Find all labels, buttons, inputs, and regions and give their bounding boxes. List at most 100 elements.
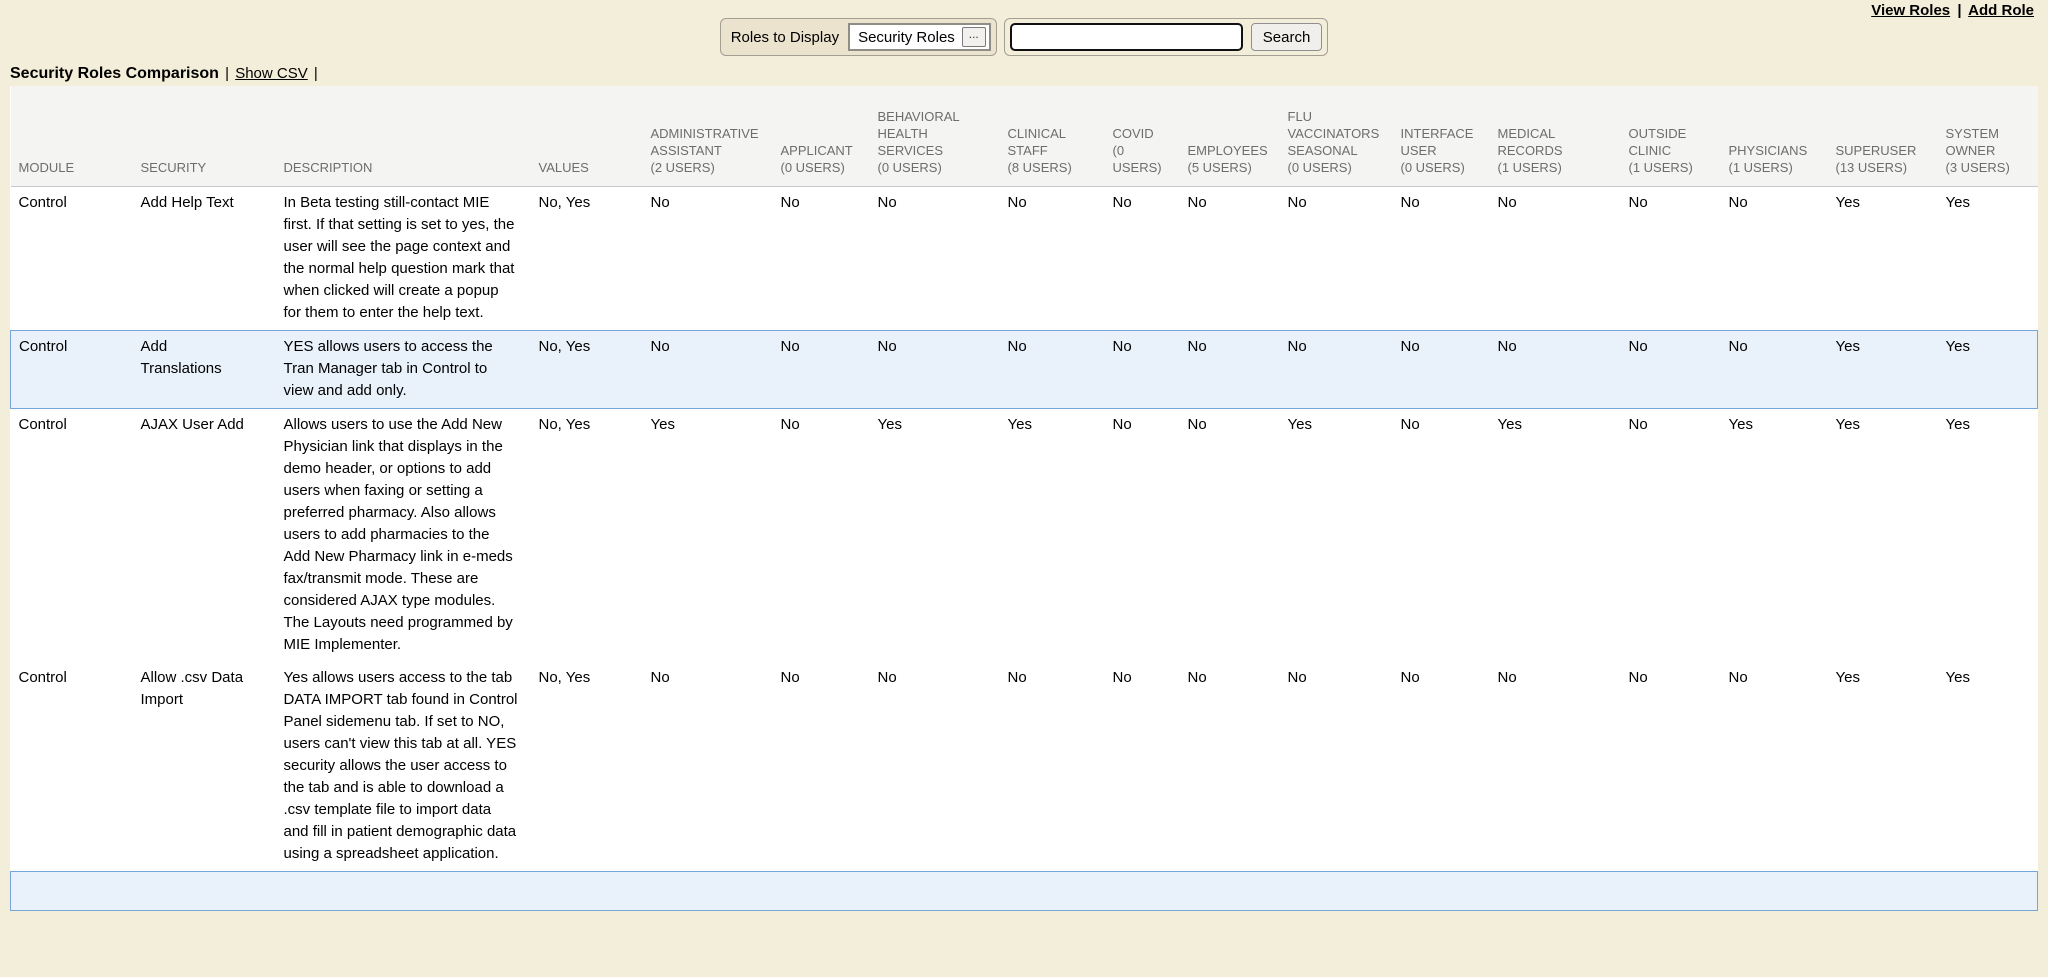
view-roles-link[interactable]: View Roles — [1871, 2, 1950, 19]
cell-administrative_assistant: No — [643, 330, 773, 408]
cell-medical_records: No — [1490, 186, 1621, 330]
cell-interface_user: No — [1393, 662, 1490, 871]
cell-description: YES allows users to access the Tran Mana… — [276, 330, 531, 408]
add-role-link[interactable]: Add Role — [1968, 2, 2034, 19]
cell-employees: No — [1180, 408, 1280, 662]
cell-clinical_staff: No — [1000, 662, 1105, 871]
column-header-employees: EMPLOYEES (5 USERS) — [1180, 86, 1280, 186]
cell-security: Add Help Text — [133, 186, 276, 330]
column-header-superuser: SUPERUSER (13 USERS) — [1828, 86, 1938, 186]
cell-security: Allow .csv Data Import — [133, 662, 276, 871]
column-header-module: MODULE — [11, 86, 133, 186]
comparison-table: MODULESECURITYDESCRIPTIONVALUESADMINISTR… — [10, 86, 2038, 871]
roles-select[interactable]: Security Roles ... — [848, 23, 991, 51]
cell-medical_records: No — [1490, 330, 1621, 408]
cell-description: Yes allows users access to the tab DATA … — [276, 662, 531, 871]
cell-description: Allows users to use the Add New Physicia… — [276, 408, 531, 662]
header-links: View Roles | Add Role — [1871, 2, 2034, 19]
cell-behavioral_health_services: Yes — [870, 408, 1000, 662]
cell-clinical_staff: Yes — [1000, 408, 1105, 662]
heading-separator: | — [223, 65, 231, 82]
search-button[interactable]: Search — [1251, 23, 1323, 51]
cell-medical_records: Yes — [1490, 408, 1621, 662]
column-header-behavioral_health_services: BEHAVIORAL HEALTH SERVICES (0 USERS) — [870, 86, 1000, 186]
cell-covid: No — [1105, 408, 1180, 662]
cell-flu_vaccinators_seasonal: No — [1280, 186, 1393, 330]
cell-behavioral_health_services: No — [870, 662, 1000, 871]
cell-description: In Beta testing still-contact MIE first.… — [276, 186, 531, 330]
cell-superuser: Yes — [1828, 662, 1938, 871]
column-header-medical_records: MEDICAL RECORDS (1 USERS) — [1490, 86, 1621, 186]
table-row: ControlAllow .csv Data ImportYes allows … — [11, 662, 2038, 871]
cell-system_owner: Yes — [1938, 330, 2038, 408]
heading-separator-trailing: | — [312, 65, 320, 82]
cell-applicant: No — [773, 408, 870, 662]
cell-values: No, Yes — [531, 662, 643, 871]
cell-security: Add Translations — [133, 330, 276, 408]
cell-outside_clinic: No — [1621, 330, 1721, 408]
page-title: Security Roles Comparison — [10, 65, 219, 82]
cell-applicant: No — [773, 662, 870, 871]
column-header-description: DESCRIPTION — [276, 86, 531, 186]
search-group: Search — [1004, 18, 1329, 56]
cell-interface_user: No — [1393, 408, 1490, 662]
cell-system_owner: Yes — [1938, 408, 2038, 662]
ellipsis-button[interactable]: ... — [962, 27, 986, 47]
cell-employees: No — [1180, 662, 1280, 871]
roles-to-display-group: Roles to Display Security Roles ... — [720, 18, 997, 56]
cell-administrative_assistant: Yes — [643, 408, 773, 662]
cell-clinical_staff: No — [1000, 330, 1105, 408]
cell-physicians: No — [1721, 662, 1828, 871]
table-row: ControlAJAX User AddAllows users to use … — [11, 408, 2038, 662]
cell-behavioral_health_services: No — [870, 330, 1000, 408]
show-csv-link[interactable]: Show CSV — [235, 65, 308, 82]
table-row: ControlAdd TranslationsYES allows users … — [11, 330, 2038, 408]
column-header-flu_vaccinators_seasonal: FLU VACCINATORS SEASONAL (0 USERS) — [1280, 86, 1393, 186]
cell-applicant: No — [773, 186, 870, 330]
cell-superuser: Yes — [1828, 186, 1938, 330]
cell-covid: No — [1105, 186, 1180, 330]
roles-to-display-label: Roles to Display — [726, 29, 848, 46]
cell-module: Control — [11, 408, 133, 662]
cell-outside_clinic: No — [1621, 186, 1721, 330]
cell-values: No, Yes — [531, 186, 643, 330]
cell-flu_vaccinators_seasonal: Yes — [1280, 408, 1393, 662]
column-header-system_owner: SYSTEM OWNER (3 USERS) — [1938, 86, 2038, 186]
cell-behavioral_health_services: No — [870, 186, 1000, 330]
cell-outside_clinic: No — [1621, 662, 1721, 871]
cell-physicians: Yes — [1721, 408, 1828, 662]
column-header-administrative_assistant: ADMINISTRATIVE ASSISTANT (2 USERS) — [643, 86, 773, 186]
cell-superuser: Yes — [1828, 408, 1938, 662]
cell-flu_vaccinators_seasonal: No — [1280, 662, 1393, 871]
search-input[interactable] — [1010, 23, 1243, 51]
column-header-values: VALUES — [531, 86, 643, 186]
cell-module: Control — [11, 662, 133, 871]
cell-values: No, Yes — [531, 408, 643, 662]
cell-medical_records: No — [1490, 662, 1621, 871]
column-header-physicians: PHYSICIANS (1 USERS) — [1721, 86, 1828, 186]
column-header-interface_user: INTERFACE USER (0 USERS) — [1393, 86, 1490, 186]
cell-employees: No — [1180, 330, 1280, 408]
cell-module: Control — [11, 330, 133, 408]
cell-superuser: Yes — [1828, 330, 1938, 408]
cell-employees: No — [1180, 186, 1280, 330]
cell-values: No, Yes — [531, 330, 643, 408]
cell-system_owner: Yes — [1938, 186, 2038, 330]
cell-flu_vaccinators_seasonal: No — [1280, 330, 1393, 408]
column-header-security: SECURITY — [133, 86, 276, 186]
cell-clinical_staff: No — [1000, 186, 1105, 330]
cell-module: Control — [11, 186, 133, 330]
table-header-row: MODULESECURITYDESCRIPTIONVALUESADMINISTR… — [11, 86, 2038, 186]
cell-administrative_assistant: No — [643, 186, 773, 330]
cell-interface_user: No — [1393, 186, 1490, 330]
cell-security: AJAX User Add — [133, 408, 276, 662]
column-header-clinical_staff: CLINICAL STAFF (8 USERS) — [1000, 86, 1105, 186]
table-row: ControlAdd Help TextIn Beta testing stil… — [11, 186, 2038, 330]
column-header-applicant: APPLICANT (0 USERS) — [773, 86, 870, 186]
partial-next-row — [10, 871, 2038, 911]
column-header-outside_clinic: OUTSIDE CLINIC (1 USERS) — [1621, 86, 1721, 186]
cell-physicians: No — [1721, 330, 1828, 408]
cell-administrative_assistant: No — [643, 662, 773, 871]
controls-bar: Roles to Display Security Roles ... Sear… — [0, 0, 2048, 56]
cell-physicians: No — [1721, 186, 1828, 330]
